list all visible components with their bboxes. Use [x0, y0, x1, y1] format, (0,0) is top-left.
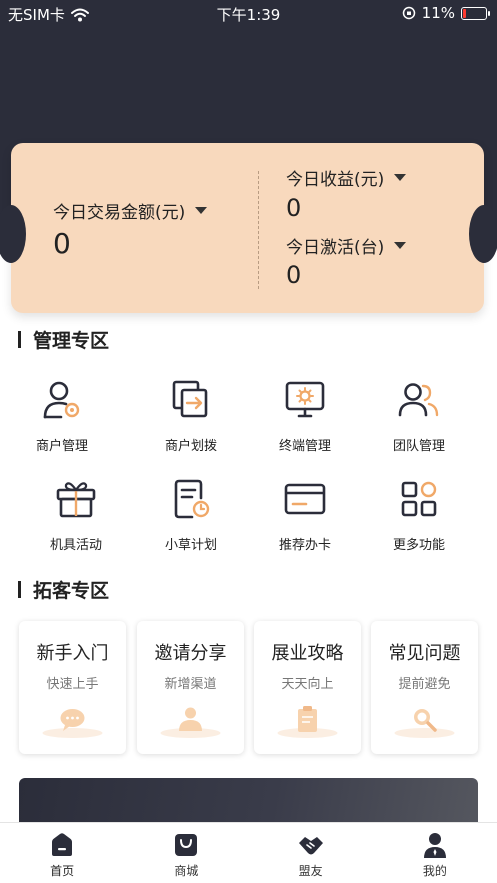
promo-subtitle: 快速上手: [46, 677, 99, 692]
daily-volume-selector[interactable]: 今日交易金额(元): [53, 198, 208, 223]
tab-label: 商城: [174, 864, 199, 878]
tab-profile[interactable]: 我的: [373, 823, 497, 883]
terminal-manage-icon: [285, 381, 325, 418]
status-bar: 无SIM卡 下午1:39 11%: [0, 0, 497, 26]
clipboard-icon: [277, 706, 338, 738]
team-manage-icon: [398, 383, 439, 417]
promo-card-beginner[interactable]: 新手入门 快速上手: [19, 621, 126, 754]
tab-shop[interactable]: 商城: [124, 823, 248, 883]
handshake-icon: [298, 837, 323, 855]
promo-subtitle: 新增渠道: [164, 677, 217, 692]
shop-bag-icon: [175, 834, 198, 856]
battery-icon: [461, 6, 490, 20]
daily-income-value: 0: [286, 194, 302, 222]
grid-merchant-manage[interactable]: 商户管理: [7, 377, 117, 454]
daily-activation-value: 0: [286, 261, 302, 289]
daily-income-selector[interactable]: 今日收益(元): [286, 165, 407, 190]
merchant-transfer-icon: [172, 380, 208, 418]
grid-label: 终端管理: [278, 439, 331, 454]
daily-activation-selector[interactable]: 今日激活(台): [286, 233, 407, 258]
battery-percent: 11%: [421, 4, 455, 22]
expansion-section-title: 拓客专区: [18, 576, 109, 603]
orientation-lock-icon: [402, 6, 415, 20]
daily-volume-value: 0: [53, 227, 71, 260]
promo-subtitle: 提前避免: [398, 677, 451, 692]
tab-label: 盟友: [298, 864, 323, 878]
promo-card-strategy[interactable]: 展业攻略 天天向上: [254, 621, 361, 754]
section-bar: [18, 581, 21, 598]
grid-label: 机具活动: [49, 538, 102, 553]
stats-divider: [258, 171, 259, 289]
grid-label: 小草计划: [164, 538, 217, 553]
management-title-text: 管理专区: [33, 330, 110, 352]
plan-icon: [174, 479, 210, 519]
promo-title: 邀请分享: [154, 643, 227, 664]
magnifier-icon: [394, 709, 455, 738]
chat-bubble-icon: [42, 709, 103, 738]
device-activity-icon: [56, 482, 96, 518]
caret-down-icon: [195, 207, 208, 214]
grid-label: 商户划拨: [164, 439, 217, 454]
section-bar: [18, 331, 21, 348]
daily-income-label: 今日收益(元): [286, 170, 385, 190]
caret-down-icon: [394, 242, 407, 249]
person-share-icon: [160, 707, 221, 738]
management-section-title: 管理专区: [18, 326, 109, 353]
tab-label: 首页: [50, 864, 75, 878]
tab-home[interactable]: 首页: [0, 823, 124, 883]
tab-allies[interactable]: 盟友: [249, 823, 373, 883]
grid-terminal-manage[interactable]: 终端管理: [250, 377, 360, 454]
grid-label: 推荐办卡: [278, 538, 331, 553]
grid-device-activity[interactable]: 机具活动: [21, 476, 131, 553]
merchant-manage-icon: [43, 381, 80, 419]
promo-title: 常见问题: [388, 643, 461, 664]
grid-plan[interactable]: 小草计划: [136, 476, 246, 553]
status-right: 11%: [402, 4, 490, 22]
promo-title: 展业攻略: [271, 643, 344, 664]
profile-icon: [423, 833, 446, 858]
grid-label: 商户管理: [35, 439, 88, 454]
card-recommend-icon: [284, 483, 326, 515]
expansion-title-text: 拓客专区: [33, 580, 110, 602]
grid-merchant-transfer[interactable]: 商户划拨: [136, 377, 246, 454]
grid-label: 团队管理: [392, 439, 445, 454]
ticket-notch-left: [0, 205, 26, 263]
grid-card-recommend[interactable]: 推荐办卡: [250, 476, 360, 553]
tab-label: 我的: [422, 864, 447, 878]
stats-card: 今日交易金额(元) 0 今日收益(元) 0 今日激活(台) 0: [0, 143, 497, 313]
more-functions-icon: [401, 481, 437, 517]
promo-subtitle: 天天向上: [281, 677, 334, 692]
ticket-notch-right: [469, 205, 497, 263]
daily-volume-label: 今日交易金额(元): [53, 203, 186, 223]
promo-card-invite[interactable]: 邀请分享 新增渠道: [137, 621, 244, 754]
grid-more-functions[interactable]: 更多功能: [364, 476, 474, 553]
promo-title: 新手入门: [36, 643, 109, 664]
daily-activation-label: 今日激活(台): [286, 238, 385, 258]
grid-label: 更多功能: [392, 538, 445, 553]
promo-card-faq[interactable]: 常见问题 提前避免: [371, 621, 478, 754]
grid-team-manage[interactable]: 团队管理: [364, 377, 474, 454]
home-icon: [52, 833, 73, 856]
caret-down-icon: [394, 174, 407, 181]
tab-bar: 首页 商城 盟友 我的: [0, 822, 497, 883]
